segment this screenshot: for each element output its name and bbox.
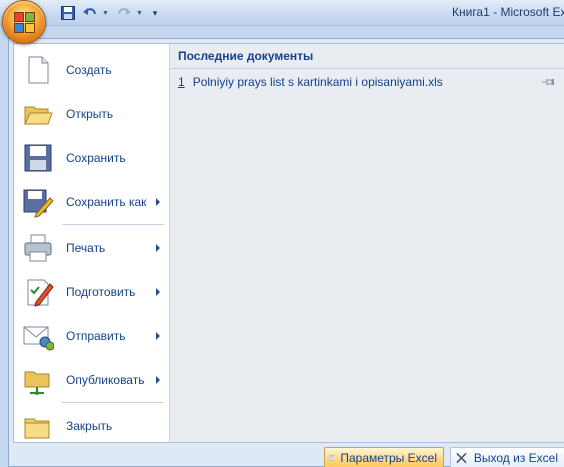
- options-icon: [329, 455, 335, 461]
- menu-divider: [62, 224, 164, 225]
- close-icon: [456, 452, 467, 464]
- menu-commands: Создать Открыть Сохранить Сохранить как …: [14, 44, 170, 442]
- submenu-arrow-icon: [156, 244, 160, 252]
- menu-item-label: Опубликовать: [66, 373, 145, 387]
- window-title: Книга1 - Microsoft Ex: [452, 5, 564, 19]
- menu-item-publish[interactable]: Опубликовать: [14, 358, 169, 402]
- open-folder-icon: [24, 106, 53, 125]
- menu-item-prepare[interactable]: Подготовить: [14, 270, 169, 314]
- menu-item-save-as[interactable]: Сохранить как: [14, 180, 169, 224]
- menu-item-label: Сохранить: [66, 151, 126, 165]
- close-folder-icon: [24, 418, 50, 439]
- new-document-icon: [28, 56, 49, 84]
- menu-item-label: Открыть: [66, 107, 114, 121]
- undo-dropdown-icon[interactable]: ▼: [102, 10, 110, 17]
- menu-item-close[interactable]: Закрыть: [14, 404, 169, 448]
- prepare-icon: [27, 279, 54, 307]
- office-logo-icon: [14, 12, 36, 34]
- recent-documents-pane: Последние документы 1 Polniyiy prays lis…: [170, 44, 564, 442]
- printer-icon: [24, 234, 52, 262]
- submenu-arrow-icon: [156, 288, 160, 296]
- menu-divider: [62, 402, 164, 403]
- menu-item-send[interactable]: Отправить: [14, 314, 169, 358]
- recent-documents-header: Последние документы: [170, 44, 564, 69]
- menu-item-label: Закрыть: [66, 419, 113, 433]
- menu-item-label: Отправить: [66, 329, 126, 343]
- customize-icon[interactable]: ▾: [148, 4, 162, 22]
- save-disk-icon: [24, 144, 52, 172]
- submenu-arrow-icon: [156, 376, 160, 384]
- menu-item-print[interactable]: Печать: [14, 226, 169, 270]
- save-as-icon: [23, 189, 54, 218]
- undo-icon[interactable]: [80, 4, 100, 22]
- menu-item-label: Печать: [66, 241, 106, 255]
- office-menu: Создать Открыть Сохранить Сохранить как …: [8, 38, 564, 467]
- redo-icon[interactable]: [114, 4, 134, 22]
- office-menu-body: Создать Открыть Сохранить Сохранить как …: [13, 43, 564, 443]
- exit-excel-label: Выход из Excel: [473, 451, 558, 465]
- redo-dropdown-icon[interactable]: ▼: [136, 10, 144, 17]
- menu-item-label: Сохранить как: [66, 195, 147, 209]
- office-button[interactable]: [2, 0, 46, 44]
- menu-item-new[interactable]: Создать: [14, 48, 169, 92]
- recent-document-name: Polniyiy prays list s kartinkami i opisa…: [192, 75, 443, 89]
- excel-options-label: Параметры Excel: [340, 451, 437, 465]
- submenu-arrow-icon: [156, 332, 160, 340]
- send-mail-icon: [23, 326, 54, 351]
- exit-excel-button[interactable]: Выход из Excel: [450, 447, 564, 467]
- menu-item-label: Подготовить: [66, 285, 136, 299]
- pin-icon[interactable]: [541, 76, 555, 88]
- excel-options-button[interactable]: Параметры Excel: [324, 447, 444, 467]
- quick-access-toolbar: ▼ ▼ ▾: [58, 3, 162, 23]
- save-icon[interactable]: [58, 4, 78, 22]
- title-bar: ▼ ▼ ▾ Книга1 - Microsoft Ex: [0, 0, 564, 26]
- submenu-arrow-icon: [156, 198, 160, 206]
- menu-item-open[interactable]: Открыть: [14, 92, 169, 136]
- publish-icon: [24, 371, 50, 395]
- recent-document-item[interactable]: 1 Polniyiy prays list s kartinkami i opi…: [170, 72, 564, 92]
- menu-item-save[interactable]: Сохранить: [14, 136, 169, 180]
- recent-document-number: 1: [178, 75, 185, 89]
- menu-item-label: Создать: [66, 63, 112, 77]
